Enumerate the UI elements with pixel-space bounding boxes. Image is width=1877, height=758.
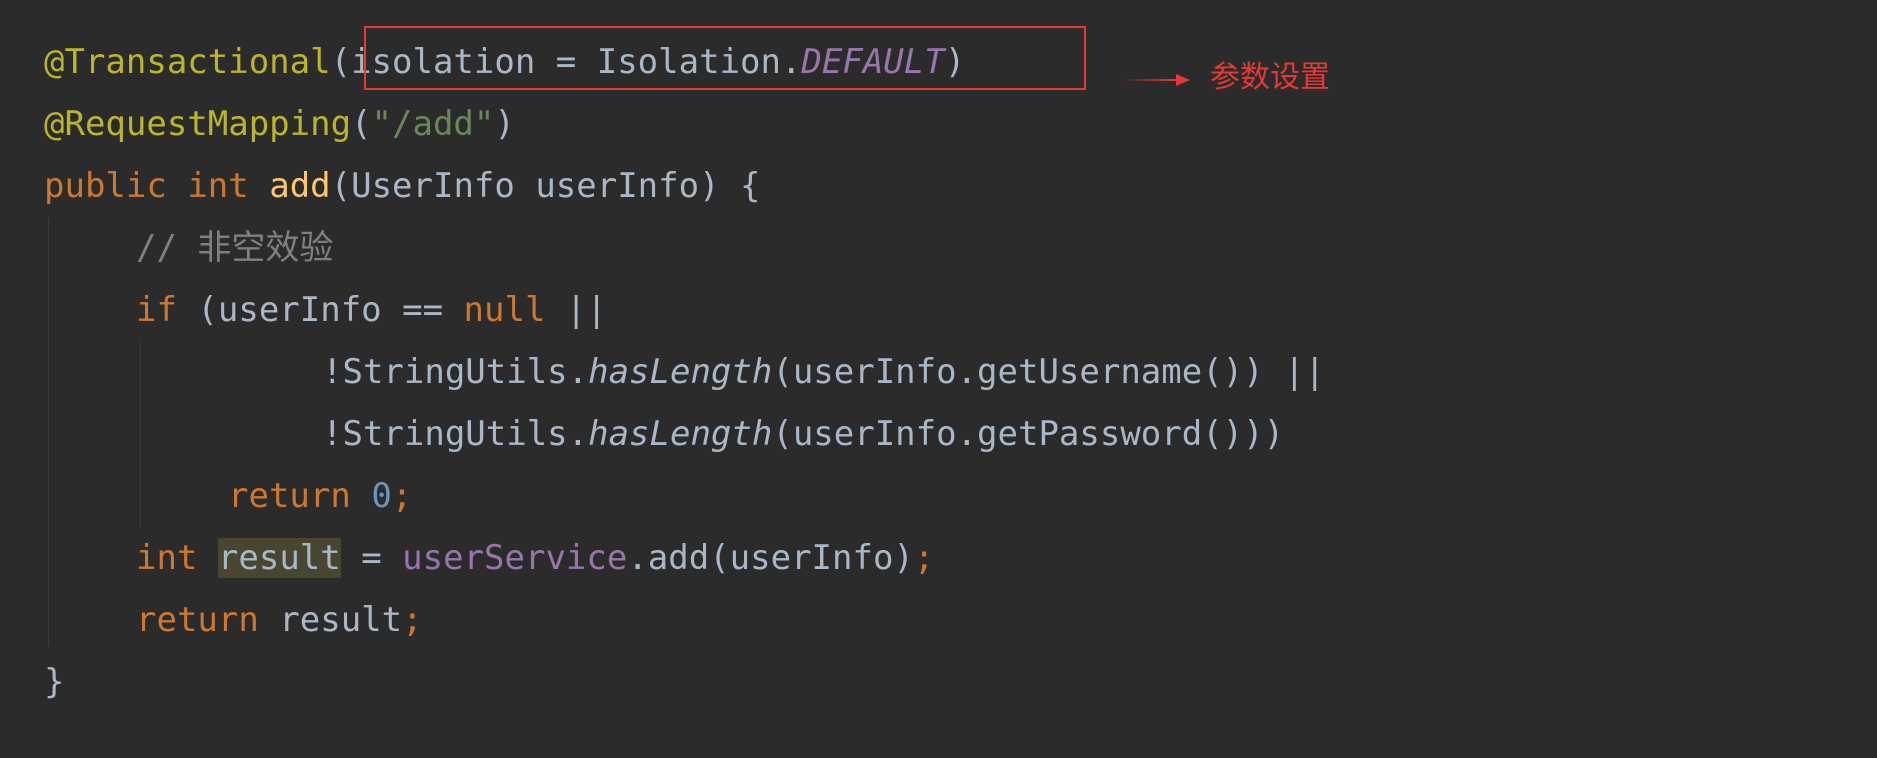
code-editor[interactable]: @Transactional(isolation = Isolation.DEF… — [0, 0, 1877, 758]
paren: ) — [494, 104, 515, 144]
arrow-right-icon — [1122, 74, 1190, 86]
call-args: (userInfo.getPassword())) — [772, 414, 1285, 454]
code-line-8: return 0; — [228, 465, 412, 527]
variable-result: result — [258, 600, 403, 640]
annotation-label: 参数设置 — [1210, 60, 1330, 95]
annotation-transactional: @Transactional — [44, 42, 331, 82]
indent-guide — [48, 218, 49, 646]
string-literal: "/add" — [371, 104, 495, 144]
code-line-5: if (userInfo == null || — [136, 279, 607, 341]
keyword-public: public — [44, 166, 167, 206]
semicolon: ; — [913, 538, 935, 578]
code-line-2: @RequestMapping("/add") — [44, 93, 515, 155]
code-line-10: return result; — [136, 589, 423, 651]
number-literal: 0 — [371, 476, 392, 516]
method-params: (UserInfo userInfo) { — [330, 166, 761, 206]
keyword-null: null — [463, 290, 546, 330]
parameter-highlight-box — [364, 26, 1086, 90]
paren: ( — [351, 104, 372, 144]
keyword-int: int — [136, 538, 198, 578]
condition: (userInfo == — [176, 290, 464, 330]
keyword-return: return — [228, 476, 351, 516]
keyword-return: return — [136, 600, 259, 640]
closing-brace: } — [44, 662, 65, 702]
annotation-requestmapping: @RequestMapping — [44, 104, 352, 144]
operator-or: || — [545, 290, 607, 330]
method-haslength: hasLength — [588, 414, 773, 454]
keyword-int: int — [187, 166, 249, 206]
call-args: (userInfo.getUsername()) || — [772, 352, 1326, 392]
semicolon: ; — [402, 600, 423, 640]
code-line-6: !StringUtils.hasLength(userInfo.getUsern… — [322, 341, 1325, 403]
class-stringutils: !StringUtils. — [322, 414, 589, 454]
code-line-3: public int add(UserInfo userInfo) { — [44, 155, 761, 217]
semicolon: ; — [391, 476, 413, 516]
method-call: .add(userInfo) — [627, 538, 914, 578]
comment: // 非空效验 — [136, 228, 334, 268]
indent-guide — [140, 342, 141, 526]
code-line-11: } — [44, 651, 64, 713]
method-name-add: add — [269, 166, 331, 206]
method-haslength: hasLength — [588, 352, 773, 392]
code-line-7: !StringUtils.hasLength(userInfo.getPassw… — [322, 403, 1284, 465]
field-userservice: userService — [402, 538, 628, 578]
class-stringutils: !StringUtils. — [322, 352, 589, 392]
paren: ( — [330, 42, 352, 82]
code-line-9: int result = userService.add(userInfo); — [136, 527, 934, 589]
operator: = — [340, 538, 403, 578]
variable-result-highlighted: result — [217, 538, 341, 578]
code-line-4: // 非空效验 — [136, 217, 333, 279]
keyword-if: if — [136, 290, 177, 330]
